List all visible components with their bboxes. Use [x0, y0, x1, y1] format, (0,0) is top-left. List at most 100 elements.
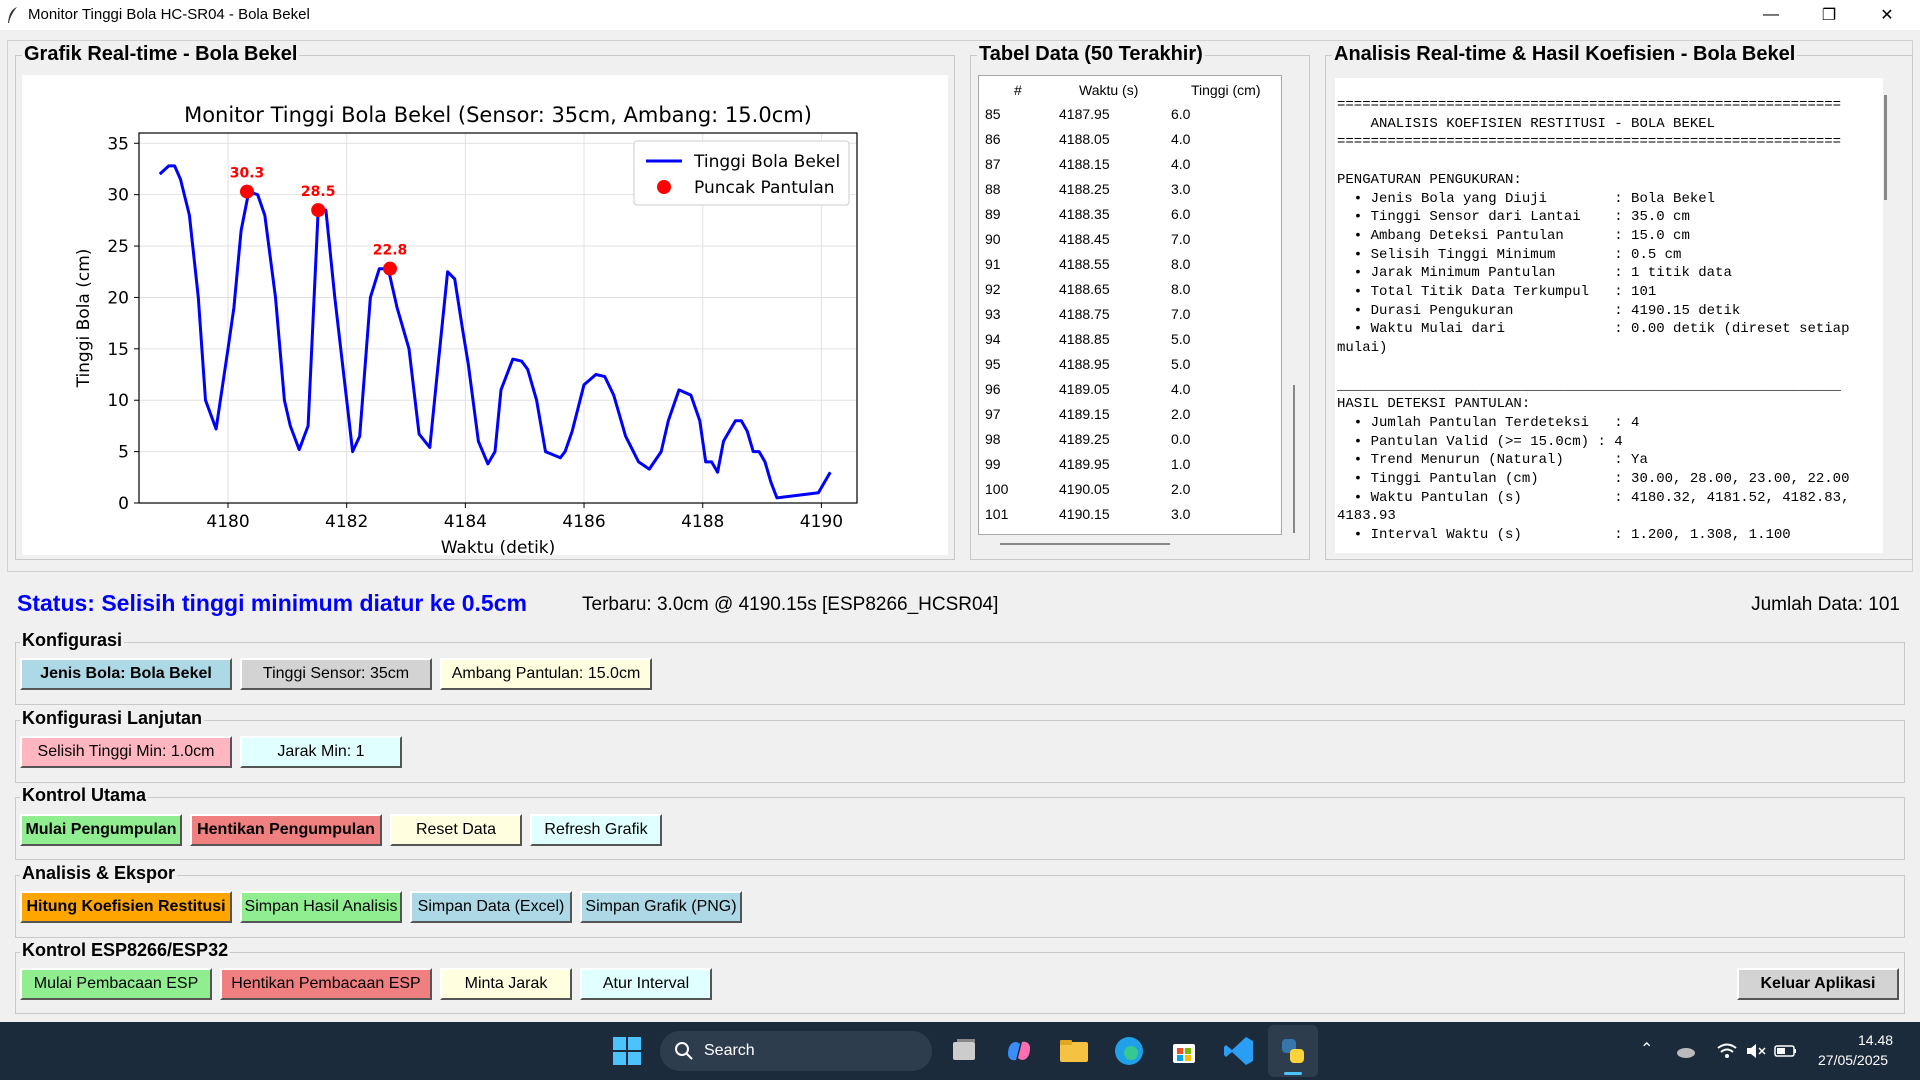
table-row[interactable]: 92 4188.65 8.0 [979, 277, 1279, 302]
y-tick-label: 30 [107, 186, 129, 206]
analysis-scrollbar[interactable] [1884, 95, 1887, 200]
row-index: 85 [985, 106, 1001, 122]
row-time: 4188.65 [1059, 281, 1110, 297]
table-row[interactable]: 98 4189.25 0.0 [979, 427, 1279, 452]
clock-date[interactable]: 27/05/2025 [1818, 1052, 1888, 1068]
table-row[interactable]: 97 4189.15 2.0 [979, 402, 1279, 427]
wifi-icon[interactable] [1716, 1042, 1738, 1060]
row-index: 91 [985, 256, 1001, 272]
sensor-height-button[interactable]: Tinggi Sensor: 35cm [240, 658, 432, 690]
table-row[interactable]: 93 4188.75 7.0 [979, 302, 1279, 327]
status-message: Status: Selisih tinggi minimum diatur ke… [17, 590, 527, 616]
row-index: 98 [985, 431, 1001, 447]
min-distance-button[interactable]: Jarak Min: 1 [240, 736, 402, 768]
series-line-tinggi-bola-bekel [158, 164, 832, 500]
data-count: Jumlah Data: 101 [1751, 594, 1900, 615]
peak-point [383, 261, 398, 276]
table-row[interactable]: 90 4188.45 7.0 [979, 227, 1279, 252]
vscode-icon[interactable] [1222, 1034, 1256, 1068]
taskbar: Search ⌃ 14.48 27/05/2025 [0, 1022, 1920, 1080]
refresh-chart-button[interactable]: Refresh Grafik [530, 814, 662, 846]
table-row[interactable]: 99 4189.95 1.0 [979, 452, 1279, 477]
edge-icon[interactable] [1112, 1034, 1146, 1068]
row-time: 4188.35 [1059, 206, 1110, 222]
row-height: 8.0 [1171, 256, 1191, 272]
row-height: 0.0 [1171, 431, 1191, 447]
section-lanjutan-label: Konfigurasi Lanjutan [20, 708, 204, 729]
feather-app-icon [8, 7, 17, 23]
col-header-time[interactable]: Waktu (s) [1079, 82, 1138, 98]
ball-type-button[interactable]: Jenis Bola: Bola Bekel [20, 658, 232, 690]
row-index: 97 [985, 406, 1001, 422]
table-vertical-scrollbar[interactable] [1293, 385, 1295, 533]
y-tick-label: 20 [107, 288, 129, 308]
start-esp-reading-button[interactable]: Mulai Pembacaan ESP [20, 968, 212, 1000]
table-row[interactable]: 91 4188.55 8.0 [979, 252, 1279, 277]
table-row[interactable]: 89 4188.35 6.0 [979, 202, 1279, 227]
row-height: 3.0 [1171, 181, 1191, 197]
row-height: 5.0 [1171, 356, 1191, 372]
reset-data-button[interactable]: Reset Data [390, 814, 522, 846]
clock-time[interactable]: 14.48 [1858, 1032, 1893, 1048]
table-row[interactable]: 88 4188.25 3.0 [979, 177, 1279, 202]
exit-app-button[interactable]: Keluar Aplikasi [1737, 968, 1899, 1000]
row-time: 4188.55 [1059, 256, 1110, 272]
search-placeholder: Search [704, 1042, 755, 1059]
col-header-height[interactable]: Tinggi (cm) [1191, 82, 1261, 98]
section-analisis-label: Analisis & Ekspor [20, 863, 178, 884]
peak-label: 22.8 [373, 243, 408, 259]
table-row[interactable]: 94 4188.85 5.0 [979, 327, 1279, 352]
row-index: 95 [985, 356, 1001, 372]
analysis-group-title: Analisis Real-time & Hasil Koefisien - B… [1332, 43, 1798, 66]
table-row[interactable]: 101 4190.15 3.0 [979, 502, 1279, 527]
min-height-diff-button[interactable]: Selisih Tinggi Min: 1.0cm [20, 736, 232, 768]
stop-esp-reading-button[interactable]: Hentikan Pembacaan ESP [220, 968, 432, 1000]
search-icon [675, 1042, 693, 1060]
table-row[interactable]: 95 4188.95 5.0 [979, 352, 1279, 377]
row-time: 4188.05 [1059, 131, 1110, 147]
data-table[interactable]: # Waktu (s) Tinggi (cm) 85 4187.95 6.0 86 41… [978, 75, 1282, 535]
x-tick-label: 4188 [681, 512, 724, 532]
chevron-up-icon[interactable]: ⌃ [1640, 1039, 1653, 1059]
file-explorer-icon[interactable] [1057, 1034, 1091, 1068]
peak-point [311, 203, 326, 218]
task-view-icon[interactable] [947, 1034, 981, 1068]
copilot-icon[interactable] [1002, 1034, 1036, 1068]
minimize-button[interactable]: — [1742, 0, 1800, 30]
row-height: 3.0 [1171, 506, 1191, 522]
request-distance-button[interactable]: Minta Jarak [440, 968, 572, 1000]
onedrive-icon[interactable] [1676, 1042, 1698, 1060]
row-height: 6.0 [1171, 106, 1191, 122]
close-button[interactable]: ✕ [1858, 0, 1916, 30]
windows-start-icon[interactable] [610, 1034, 644, 1068]
battery-icon[interactable] [1774, 1042, 1798, 1060]
x-tick-label: 4184 [444, 512, 487, 532]
row-height: 4.0 [1171, 156, 1191, 172]
save-analysis-button[interactable]: Simpan Hasil Analisis [240, 891, 402, 923]
save-data-excel-button[interactable]: Simpan Data (Excel) [410, 891, 572, 923]
set-interval-button[interactable]: Atur Interval [580, 968, 712, 1000]
table-row[interactable]: 86 4188.05 4.0 [979, 127, 1279, 152]
y-tick-label: 5 [118, 443, 129, 463]
col-header-index[interactable]: # [1014, 82, 1022, 98]
volume-muted-icon[interactable] [1745, 1042, 1767, 1060]
row-time: 4188.75 [1059, 306, 1110, 322]
threshold-button[interactable]: Ambang Pantulan: 15.0cm [440, 658, 652, 690]
save-chart-png-button[interactable]: Simpan Grafik (PNG) [580, 891, 742, 923]
analysis-text-area[interactable]: ========================================… [1335, 78, 1883, 553]
table-row[interactable]: 100 4190.05 2.0 [979, 477, 1279, 502]
compute-restitution-button[interactable]: Hitung Koefisien Restitusi [20, 891, 232, 923]
taskbar-search[interactable]: Search [660, 1031, 932, 1071]
table-horizontal-scrollbar[interactable] [1000, 543, 1170, 545]
table-row[interactable]: 85 4187.95 6.0 [979, 102, 1279, 127]
restore-button[interactable]: ❐ [1800, 0, 1858, 30]
python-taskbar-button[interactable] [1268, 1025, 1318, 1077]
store-icon[interactable] [1167, 1034, 1201, 1068]
row-time: 4189.05 [1059, 381, 1110, 397]
table-row[interactable]: 96 4189.05 4.0 [979, 377, 1279, 402]
chart-title: Monitor Tinggi Bola Bekel (Sensor: 35cm,… [184, 103, 812, 127]
stop-collection-button[interactable]: Hentikan Pengumpulan [190, 814, 382, 846]
chart-canvas: 4180 4182 4184 4186 4188 4190 0 5 10 15 20 25 30 35 Mo… [22, 75, 948, 558]
start-collection-button[interactable]: Mulai Pengumpulan [20, 814, 182, 846]
table-row[interactable]: 87 4188.15 4.0 [979, 152, 1279, 177]
